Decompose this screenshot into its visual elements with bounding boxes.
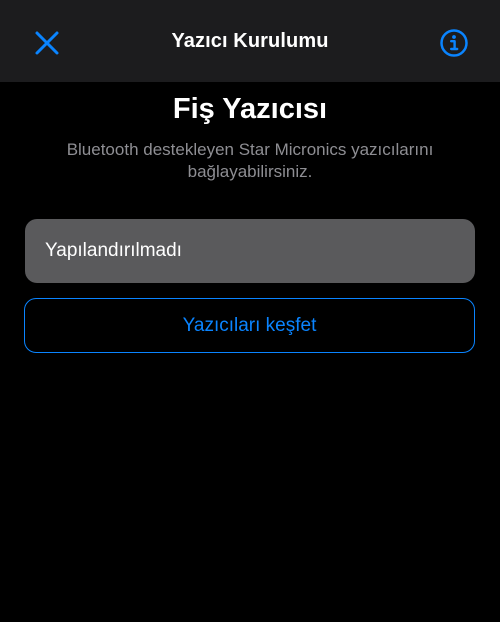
info-button[interactable] bbox=[438, 27, 470, 59]
info-icon bbox=[440, 29, 468, 57]
discover-printers-button[interactable]: Yazıcıları keşfet bbox=[24, 298, 475, 353]
close-button[interactable] bbox=[28, 24, 66, 62]
printer-status-field[interactable]: Yapılandırılmadı bbox=[25, 219, 475, 283]
close-icon bbox=[35, 31, 59, 55]
section-description: Bluetooth destekleyen Star Micronics yaz… bbox=[66, 140, 434, 181]
page-title: Yazıcı Kurulumu bbox=[171, 30, 329, 52]
section-title: Fiş Yazıcısı bbox=[172, 93, 328, 125]
discover-printers-label: Yazıcıları keşfet bbox=[182, 314, 317, 336]
printer-status-value: Yapılandırılmadı bbox=[45, 240, 182, 261]
navigation-bar: Yazıcı Kurulumu bbox=[0, 0, 500, 82]
